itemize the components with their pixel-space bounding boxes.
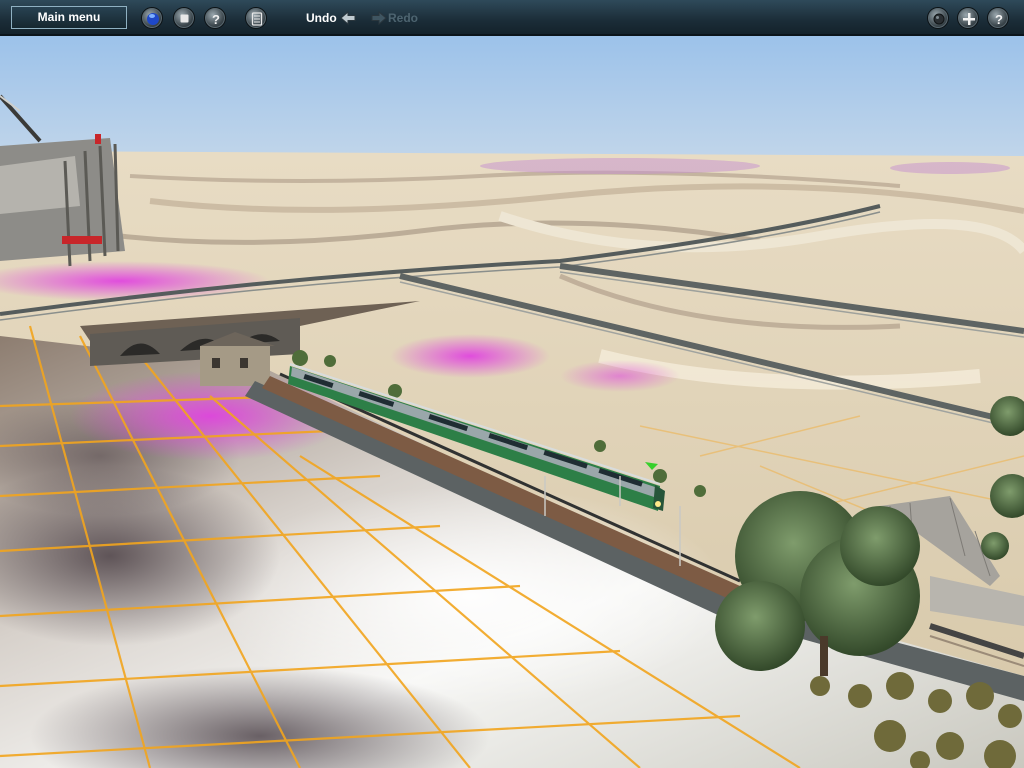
help-tool-icon: ? (212, 12, 220, 27)
redo-button[interactable]: Redo (388, 11, 418, 25)
camera-dot-button[interactable] (927, 7, 949, 29)
help-tool-button[interactable]: ? (204, 7, 226, 29)
help-button[interactable]: ? (987, 7, 1009, 29)
redo-arrow-icon[interactable] (370, 9, 388, 27)
add-icon (963, 13, 975, 25)
terrain-scene[interactable] (0, 36, 1024, 768)
globe-mode-button[interactable] (141, 7, 163, 29)
stop-button[interactable] (173, 7, 195, 29)
svg-text:?: ? (995, 12, 1003, 27)
help-icon: ? (995, 12, 1003, 27)
calculator-icon (251, 12, 263, 26)
3d-viewport[interactable] (0, 36, 1024, 768)
globe-mode-icon (147, 13, 159, 25)
main-menu-button[interactable]: Main menu (11, 6, 127, 29)
calculator-button[interactable] (245, 7, 267, 29)
undo-button[interactable]: Undo (306, 11, 337, 25)
stop-icon (180, 14, 189, 23)
svg-text:?: ? (212, 12, 220, 27)
top-toolbar: Main menu ? Undo Redo ? (0, 0, 1024, 36)
camera-dot-icon (933, 13, 945, 25)
add-button[interactable] (957, 7, 979, 29)
undo-arrow-icon[interactable] (339, 9, 357, 27)
